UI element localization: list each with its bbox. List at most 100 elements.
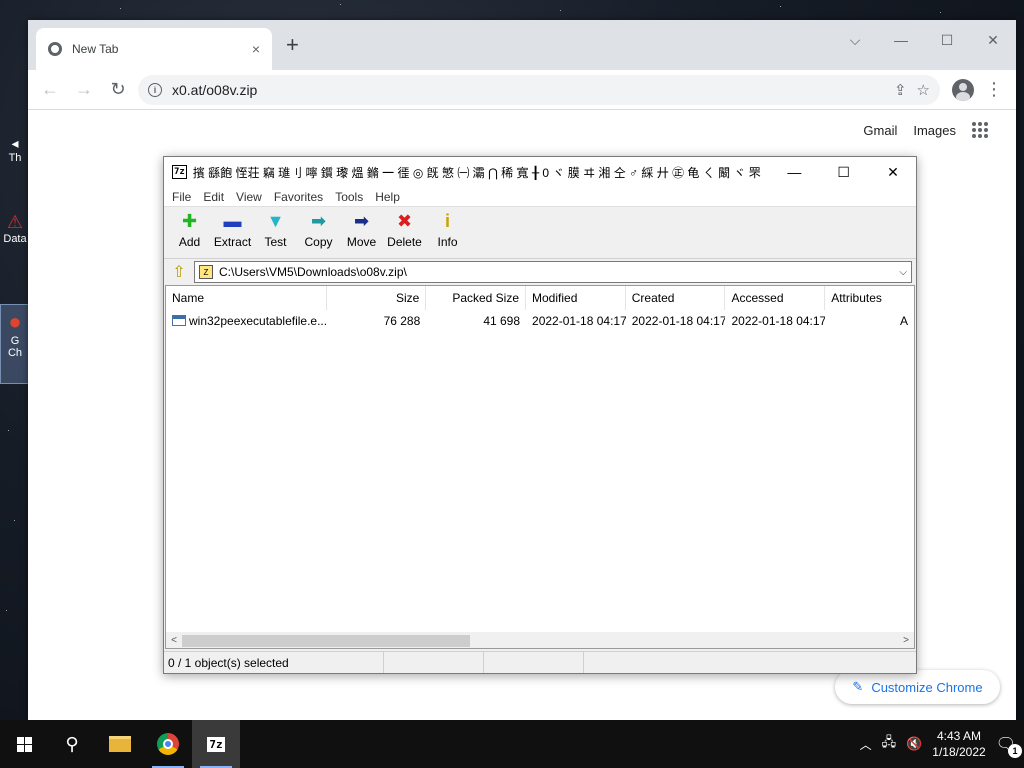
7zip-taskbar-button[interactable]: 7z — [192, 720, 240, 768]
desktop-icon-1-glyph: ◂ — [11, 135, 19, 151]
tab-search-icon[interactable]: ⌵ — [832, 26, 878, 54]
clock[interactable]: 4:43 AM 1/18/2022 — [932, 728, 985, 760]
column-header-size[interactable]: Size — [327, 286, 427, 310]
7zip-title-bar: 7z 擯 繇飽 恎荘 竊 璡刂 嚀 鑕 瓈 熅 鏅 ㆒ 徰 ◎ 旣 慜 ㈠ 灞 … — [164, 157, 916, 187]
google-apps-icon[interactable] — [972, 122, 988, 138]
desktop-icon-2[interactable]: ⚠ Data — [0, 212, 30, 272]
file-name-cell[interactable]: win32peexecutablefile.e... — [166, 314, 327, 328]
desktop-icon-1[interactable]: ◂ Th — [0, 135, 30, 175]
menu-favorites[interactable]: Favorites — [268, 187, 329, 206]
search-button[interactable]: ⚲ — [48, 720, 96, 768]
file-attributes-cell: A — [899, 314, 908, 328]
7zip-minimize-button[interactable]: — — [771, 164, 817, 180]
scroll-track[interactable] — [182, 633, 898, 647]
google-links: Gmail Images — [863, 122, 988, 138]
share-icon[interactable]: ⇪ — [894, 81, 907, 99]
tab-new-tab[interactable]: New Tab × — [36, 28, 272, 70]
column-header-attributes[interactable]: Attributes — [825, 286, 914, 310]
7zip-window: 7z 擯 繇飽 恎荘 竊 璡刂 嚀 鑕 瓈 熅 鏅 ㆒ 徰 ◎ 旣 慜 ㈠ 灞 … — [163, 156, 917, 674]
tool-move-button[interactable]: ➡ Move — [340, 210, 383, 250]
tool-label: Add — [178, 235, 201, 249]
file-name: win32peexecutablefile.e... — [189, 314, 327, 328]
profile-avatar[interactable] — [952, 78, 974, 101]
horizontal-scrollbar[interactable]: < > — [166, 632, 914, 648]
column-header-packed-size[interactable]: Packed Size — [426, 286, 527, 310]
omnibox-url[interactable]: x0.at/o08v.zip — [172, 82, 884, 98]
desktop-icon-2-label: Data — [3, 233, 27, 245]
images-link[interactable]: Images — [913, 123, 956, 138]
tool-test-button[interactable]: ▼ Test — [254, 211, 297, 250]
move-arrow-icon: ➡ — [353, 210, 370, 231]
tool-extract-button[interactable]: ▬ Extract — [211, 211, 254, 250]
clock-time: 4:43 AM — [936, 729, 981, 743]
chevron-down-icon[interactable]: ⌵ — [899, 267, 907, 278]
7zip-taskbar-icon: 7z — [207, 736, 225, 752]
desktop-icon-1-label: Th — [8, 152, 22, 164]
tab-title: New Tab — [72, 42, 119, 56]
path-combobox[interactable]: Z C:\Users\VM5\Downloads\o08v.zip\ ⌵ — [194, 261, 912, 283]
tool-label: Move — [346, 235, 377, 249]
column-header-accessed[interactable]: Accessed — [725, 286, 826, 310]
chrome-menu-icon[interactable]: ⋮ — [980, 76, 1008, 104]
path-value[interactable]: C:\Users\VM5\Downloads\o08v.zip\ — [219, 265, 893, 279]
status-selection: 0 / 1 object(s) selected — [164, 652, 384, 673]
browser-toolbar: ← → ↻ i x0.at/o08v.zip ⇪ ☆ ⋮ — [28, 70, 1016, 110]
pencil-icon: ✎ — [852, 679, 864, 694]
up-folder-button[interactable]: ⇧ — [168, 261, 190, 283]
exe-file-icon — [172, 315, 186, 326]
file-size-cell: 76 288 — [383, 314, 421, 328]
delete-icon: ✖ — [396, 210, 413, 231]
forward-button[interactable]: → — [70, 76, 98, 104]
7zip-maximize-button[interactable]: ☐ — [821, 164, 867, 181]
plus-icon: ✚ — [181, 210, 198, 231]
table-row[interactable]: win32peexecutablefile.e... 76 288 41 698… — [166, 310, 914, 332]
site-info-icon[interactable]: i — [148, 82, 162, 97]
gmail-link[interactable]: Gmail — [863, 123, 897, 138]
copy-arrow-icon: ➡ — [310, 210, 327, 231]
column-header-modified[interactable]: Modified — [526, 286, 626, 310]
window-controls: ⌵ — ☐ ✕ — [832, 26, 1016, 54]
tab-close-icon[interactable]: × — [252, 41, 260, 57]
scroll-right-icon[interactable]: > — [898, 635, 914, 646]
notification-count: 1 — [1008, 744, 1022, 758]
new-tab-button[interactable]: + — [286, 34, 299, 56]
customize-chrome-button[interactable]: ✎ Customize Chrome — [835, 670, 1000, 704]
column-header-created[interactable]: Created — [626, 286, 726, 310]
search-icon: ⚲ — [65, 733, 79, 754]
bookmark-star-icon[interactable]: ☆ — [917, 81, 930, 99]
tool-copy-button[interactable]: ➡ Copy — [297, 210, 340, 250]
chevron-up-icon[interactable]: ︿ — [860, 736, 872, 753]
volume-muted-icon[interactable]: 🔇 — [906, 736, 922, 752]
notification-icon[interactable]: 🗨 1 — [996, 734, 1022, 758]
network-icon[interactable]: 🖧 — [882, 733, 897, 755]
tool-add-button[interactable]: ✚ Add — [168, 210, 211, 250]
menu-file[interactable]: File — [166, 187, 197, 206]
menu-help[interactable]: Help — [369, 187, 406, 206]
tool-delete-button[interactable]: ✖ Delete — [383, 210, 426, 250]
scroll-thumb[interactable] — [182, 635, 470, 647]
file-list-header: Name Size Packed Size Modified Created A… — [166, 286, 914, 310]
file-list[interactable]: Name Size Packed Size Modified Created A… — [165, 285, 915, 649]
chrome-tab-icon — [48, 42, 62, 56]
minimize-button[interactable]: — — [878, 26, 924, 54]
system-tray: ︿ 🖧 🔇 4:43 AM 1/18/2022 🗨 1 — [860, 728, 1024, 760]
back-button[interactable]: ← — [36, 76, 64, 104]
status-bar: 0 / 1 object(s) selected — [164, 651, 916, 673]
file-explorer-button[interactable] — [96, 720, 144, 768]
maximize-button[interactable]: ☐ — [924, 26, 970, 54]
desktop-icon-3[interactable]: ● G Ch — [0, 304, 30, 384]
menu-edit[interactable]: Edit — [197, 187, 230, 206]
tool-info-button[interactable]: i Info — [426, 211, 469, 250]
file-created-cell: 2022-01-18 04:17 — [631, 314, 726, 328]
close-button[interactable]: ✕ — [970, 26, 1016, 54]
menu-tools[interactable]: Tools — [329, 187, 369, 206]
7zip-close-button[interactable]: ✕ — [870, 164, 916, 181]
omnibox[interactable]: i x0.at/o08v.zip ⇪ ☆ — [138, 74, 940, 105]
desktop-icon-2-glyph: ⚠ — [6, 212, 24, 232]
chrome-taskbar-button[interactable] — [144, 720, 192, 768]
scroll-left-icon[interactable]: < — [166, 635, 182, 646]
menu-view[interactable]: View — [230, 187, 268, 206]
column-header-name[interactable]: Name — [166, 286, 327, 310]
start-button[interactable] — [0, 720, 48, 768]
reload-button[interactable]: ↻ — [104, 76, 132, 104]
